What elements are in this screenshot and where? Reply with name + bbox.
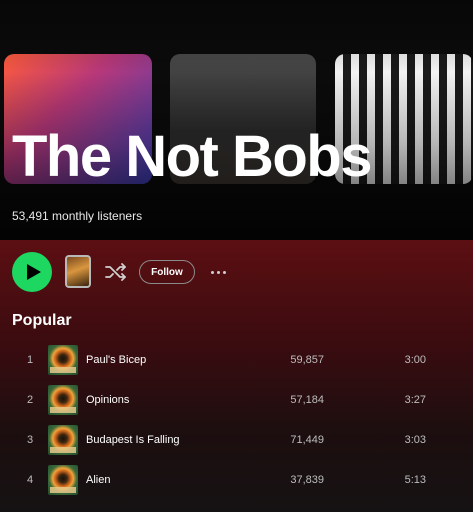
monthly-listeners: 53,491 monthly listeners — [12, 209, 143, 223]
track-row[interactable]: 1 Paul's Bicep 59,857 3:00 — [0, 340, 473, 380]
track-duration: 5:13 — [404, 474, 426, 486]
popular-track-list: 1 Paul's Bicep 59,857 3:00 2 Opinions 57… — [0, 340, 473, 500]
track-play-count: 37,839 — [290, 474, 324, 486]
track-play-count: 59,857 — [290, 354, 324, 366]
shuffle-icon — [105, 263, 126, 281]
artist-content: Follow Popular 1 Paul's Bicep 59,857 3:0… — [0, 240, 473, 512]
popular-heading: Popular — [12, 312, 72, 329]
follow-button[interactable]: Follow — [139, 260, 195, 284]
track-number: 1 — [26, 354, 34, 366]
track-row[interactable]: 4 Alien 37,839 5:13 — [0, 460, 473, 500]
track-title: Alien — [86, 474, 111, 486]
track-artwork — [48, 385, 78, 415]
track-duration: 3:27 — [404, 394, 426, 406]
track-number: 4 — [26, 474, 34, 486]
action-bar: Follow — [0, 240, 473, 304]
track-title: Opinions — [86, 394, 130, 406]
track-title: Budapest Is Falling — [86, 434, 180, 446]
track-play-count: 57,184 — [290, 394, 324, 406]
track-title: Paul's Bicep — [86, 354, 147, 366]
play-button[interactable] — [12, 252, 52, 292]
track-play-count: 71,449 — [290, 434, 324, 446]
artist-header: The Not Bobs 53,491 monthly listeners — [0, 0, 473, 240]
artist-name: The Not Bobs — [12, 124, 372, 189]
track-row[interactable]: 3 Budapest Is Falling 71,449 3:03 — [0, 420, 473, 460]
album-cover-thumbnail[interactable] — [65, 255, 91, 288]
more-options-button[interactable] — [206, 260, 230, 284]
track-duration: 3:00 — [404, 354, 426, 366]
header-gradient — [0, 0, 473, 240]
track-number: 2 — [26, 394, 34, 406]
play-icon — [26, 264, 41, 280]
track-artwork — [48, 465, 78, 495]
shuffle-button[interactable] — [104, 260, 128, 284]
more-options-icon — [210, 270, 214, 274]
more-options-icon — [222, 270, 226, 274]
track-artwork — [48, 345, 78, 375]
track-row[interactable]: 2 Opinions 57,184 3:27 — [0, 380, 473, 420]
more-options-icon — [216, 270, 220, 274]
track-artwork — [48, 425, 78, 455]
track-number: 3 — [26, 434, 34, 446]
track-duration: 3:03 — [404, 434, 426, 446]
